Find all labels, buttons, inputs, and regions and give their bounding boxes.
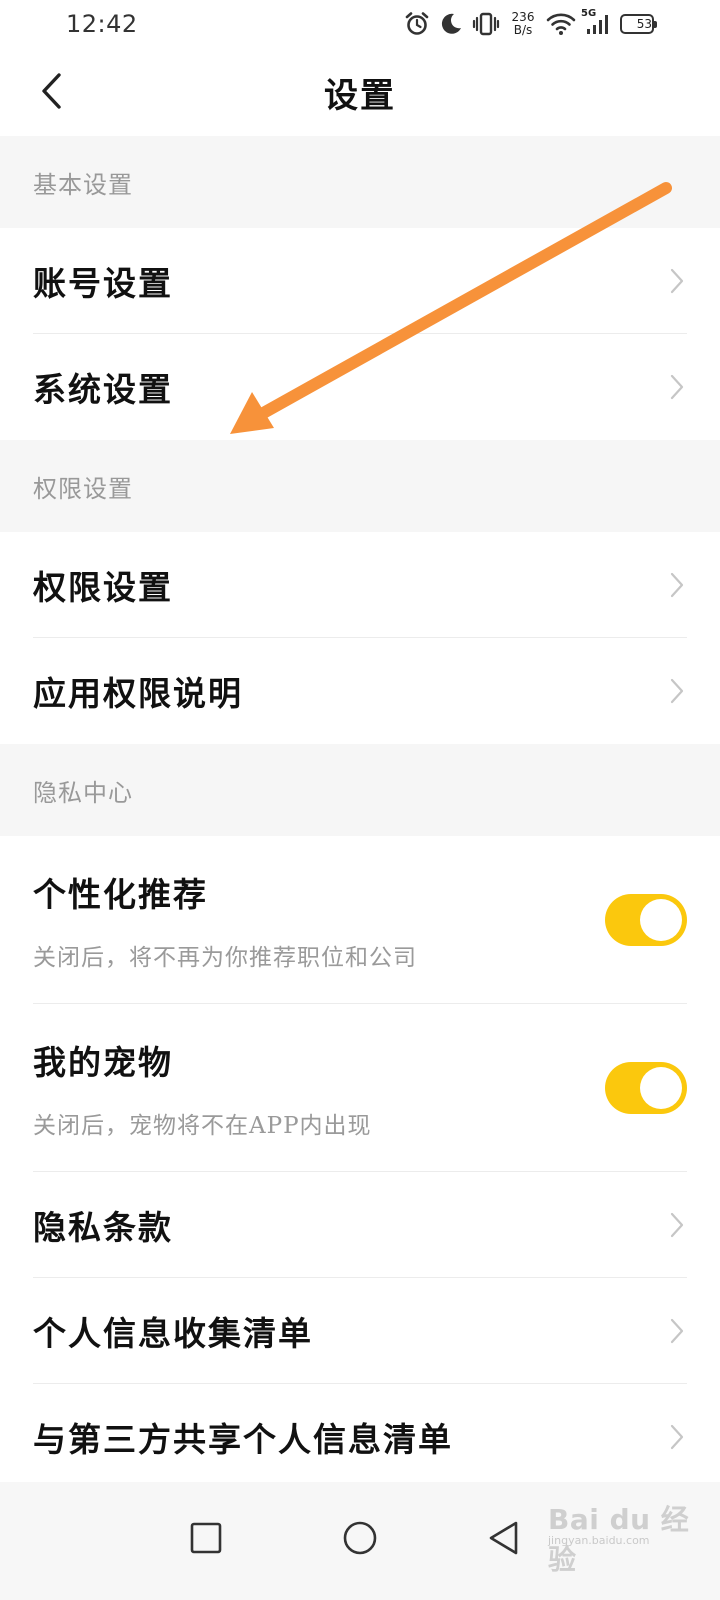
wifi-icon — [546, 12, 576, 36]
third-party-sharing-row[interactable]: 与第三方共享个人信息清单 — [33, 1384, 687, 1490]
my-pet-toggle[interactable] — [605, 1061, 687, 1114]
chevron-right-icon — [669, 1211, 685, 1239]
recent-apps-button[interactable] — [176, 1508, 236, 1568]
status-bar: 12:42 236 B/s 5G 53 — [0, 0, 720, 48]
row-label: 隐私条款 — [33, 1207, 173, 1247]
recent-apps-icon — [190, 1522, 222, 1554]
row-description: 关闭后，宠物将不在APP内出现 — [33, 1112, 372, 1139]
alarm-icon — [404, 11, 430, 37]
section-header-privacy: 隐私中心 — [0, 744, 720, 836]
settings-list: 基本设置 账号设置 系统设置 权限设置 权限设置 应用权限说明 隐私中心 个性化… — [0, 136, 720, 1490]
page-title: 设置 — [324, 75, 396, 116]
my-pet-row: 我的宠物 关闭后，宠物将不在APP内出现 — [33, 1004, 687, 1172]
row-label: 账号设置 — [33, 263, 173, 303]
watermark: Bai du 经验 jingyan.baidu.com — [548, 1494, 708, 1576]
row-label: 系统设置 — [33, 370, 173, 409]
chevron-right-icon — [669, 373, 685, 401]
personalized-recommendation-toggle[interactable] — [605, 893, 687, 946]
top-app-bar: 设置 — [0, 48, 720, 136]
status-time: 12:42 — [66, 10, 138, 38]
account-settings-row[interactable]: 账号设置 — [33, 228, 687, 334]
cellular-signal-icon: 5G — [581, 8, 611, 36]
row-label: 应用权限说明 — [33, 674, 243, 713]
watermark-url: jingyan.baidu.com — [548, 1534, 650, 1547]
chevron-right-icon — [669, 677, 685, 705]
system-settings-row[interactable]: 系统设置 — [33, 334, 687, 440]
net-speed: 236 B/s — [509, 11, 537, 37]
section-header-basic: 基本设置 — [0, 136, 720, 228]
home-button[interactable] — [330, 1508, 390, 1568]
chevron-right-icon — [669, 571, 685, 599]
chevron-right-icon — [669, 1423, 685, 1451]
battery-level: 53 — [636, 17, 652, 31]
back-icon — [489, 1521, 518, 1555]
row-text: 个性化推荐 关闭后，将不再为你推荐职位和公司 — [33, 868, 417, 972]
toggle-knob — [640, 898, 682, 941]
app-permission-info-row[interactable]: 应用权限说明 — [33, 638, 687, 744]
row-label: 个性化推荐 — [33, 874, 208, 914]
personalized-recommendation-row: 个性化推荐 关闭后，将不再为你推荐职位和公司 — [33, 836, 687, 1004]
chevron-left-icon — [42, 73, 61, 109]
row-description: 关闭后，将不再为你推荐职位和公司 — [33, 944, 417, 971]
system-back-button[interactable] — [474, 1508, 534, 1568]
row-label: 我的宠物 — [33, 1042, 173, 1082]
vibrate-icon — [472, 11, 500, 37]
battery-icon: 53 — [620, 14, 657, 34]
back-button[interactable] — [26, 66, 76, 116]
privacy-terms-row[interactable]: 隐私条款 — [33, 1172, 687, 1278]
permission-settings-row[interactable]: 权限设置 — [33, 532, 687, 638]
personal-info-collection-row[interactable]: 个人信息收集清单 — [33, 1278, 687, 1384]
row-label: 权限设置 — [33, 567, 173, 607]
chevron-right-icon — [669, 267, 685, 295]
row-text: 我的宠物 关闭后，宠物将不在APP内出现 — [33, 1036, 372, 1140]
row-label: 与第三方共享个人信息清单 — [33, 1420, 453, 1459]
status-icons: 236 B/s 5G 53 — [404, 8, 657, 37]
network-type: 5G — [581, 8, 597, 19]
moon-icon — [439, 12, 463, 36]
row-label: 个人信息收集清单 — [33, 1313, 313, 1353]
toggle-knob — [640, 1066, 682, 1109]
home-icon — [343, 1521, 377, 1555]
net-speed-unit: B/s — [513, 23, 533, 37]
section-header-permission: 权限设置 — [0, 440, 720, 532]
chevron-right-icon — [669, 1317, 685, 1345]
